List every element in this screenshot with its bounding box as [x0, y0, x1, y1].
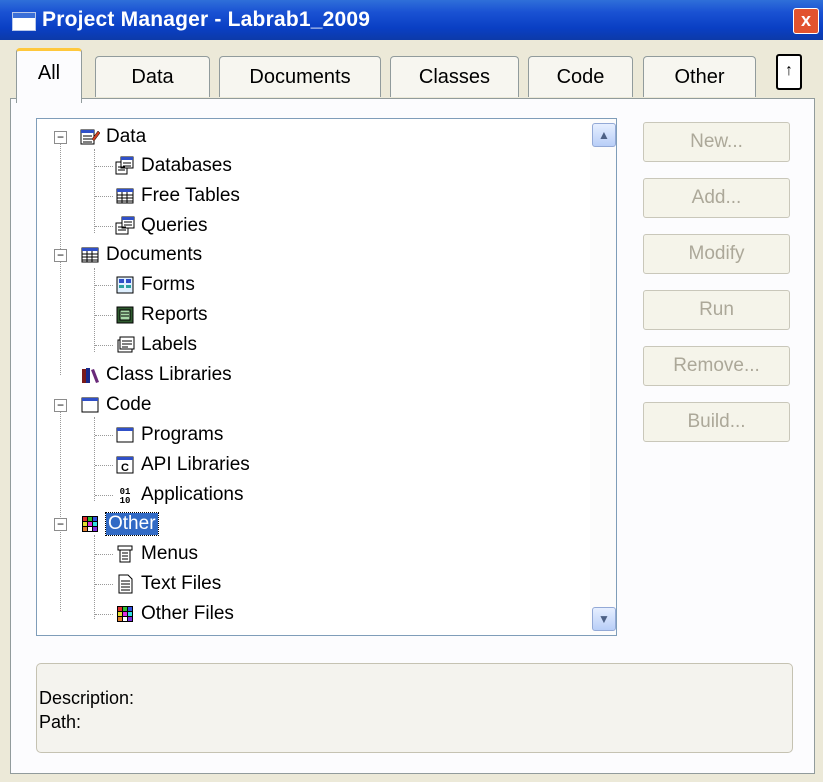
- scroll-up-button[interactable]: ▲: [592, 123, 616, 147]
- tree-connector: [95, 315, 113, 316]
- table-icon: [116, 188, 134, 204]
- tree-scrollbar[interactable]: ▲ ▼: [590, 119, 616, 635]
- tree-item-other-files[interactable]: Other Files: [115, 600, 234, 628]
- tab-strip: All Data Documents Classes Code Other: [12, 48, 812, 103]
- tree-connector: [95, 495, 113, 496]
- tree-item-code[interactable]: Code: [80, 391, 151, 419]
- tree-connector: [95, 614, 113, 615]
- description-label: Description:: [39, 688, 135, 708]
- other-files-icon: [117, 606, 133, 622]
- tab-documents[interactable]: Documents: [219, 56, 381, 97]
- tab-data[interactable]: Data: [95, 56, 210, 97]
- tab-code[interactable]: Code: [528, 56, 633, 97]
- collapse-icon[interactable]: −: [54, 518, 67, 531]
- label-icon: [117, 336, 135, 353]
- tree-item-free-tables[interactable]: Free Tables: [115, 182, 240, 210]
- tree-item-text-files[interactable]: Text Files: [115, 570, 221, 598]
- project-tree[interactable]: − Data Databases Free Tables Queries − D…: [36, 118, 617, 636]
- tree-item-queries[interactable]: Queries: [115, 212, 208, 240]
- tree-connector: [94, 268, 95, 352]
- app-icon: [12, 12, 36, 31]
- new-button[interactable]: New...: [643, 122, 790, 162]
- tree-item-forms[interactable]: Forms: [115, 271, 195, 299]
- tree-item-databases[interactable]: Databases: [115, 152, 232, 180]
- tree-connector: [94, 535, 95, 619]
- svg-text:C: C: [121, 462, 129, 474]
- report-icon: [116, 306, 134, 324]
- tree-item-reports[interactable]: Reports: [115, 301, 208, 329]
- program-icon: [116, 427, 134, 443]
- tree-item-applications[interactable]: 01 10 Applications: [115, 481, 244, 509]
- tree-item-programs[interactable]: Programs: [115, 421, 223, 449]
- collapse-icon[interactable]: −: [54, 399, 67, 412]
- run-button[interactable]: Run: [643, 290, 790, 330]
- tree-connector: [95, 166, 113, 167]
- text-file-icon: [118, 574, 133, 594]
- title-bar[interactable]: Project Manager - Labrab1_2009 x: [0, 0, 823, 40]
- data-icon: [80, 129, 100, 145]
- close-button[interactable]: x: [793, 8, 819, 34]
- tree-item-other[interactable]: Other: [80, 510, 159, 538]
- database-icon: [115, 156, 134, 175]
- other-icon: [82, 516, 98, 532]
- path-label: Path:: [39, 712, 82, 732]
- tree-connector: [95, 285, 113, 286]
- tree-connector: [94, 417, 95, 501]
- scroll-down-button[interactable]: ▼: [592, 607, 616, 631]
- tree-connector: [95, 196, 113, 197]
- tree-item-api-libraries[interactable]: C API Libraries: [115, 451, 250, 479]
- query-icon: [115, 216, 135, 235]
- tab-other[interactable]: Other: [643, 56, 756, 97]
- api-library-icon: C: [116, 456, 134, 474]
- tree-connector: [94, 149, 95, 233]
- build-button[interactable]: Build...: [643, 402, 790, 442]
- form-icon: [116, 276, 134, 294]
- tree-connector: [95, 435, 113, 436]
- tab-classes[interactable]: Classes: [390, 56, 519, 97]
- tree-connector: [95, 554, 113, 555]
- tree-item-menus[interactable]: Menus: [115, 540, 198, 568]
- class-libraries-icon: [82, 368, 99, 383]
- add-button[interactable]: Add...: [643, 178, 790, 218]
- tree-item-data[interactable]: Data: [80, 123, 146, 151]
- description-panel: Description: Path:: [36, 663, 793, 753]
- documents-icon: [81, 247, 99, 263]
- collapse-icon[interactable]: −: [54, 131, 67, 144]
- tree-connector: [95, 345, 113, 346]
- application-icon: 0110: [120, 487, 131, 505]
- tab-all[interactable]: All: [16, 48, 82, 103]
- modify-button[interactable]: Modify: [643, 234, 790, 274]
- project-manager-window: Project Manager - Labrab1_2009 x All Dat…: [0, 0, 823, 782]
- remove-button[interactable]: Remove...: [643, 346, 790, 386]
- menu-icon: [117, 545, 133, 563]
- tree-connector: [95, 465, 113, 466]
- code-icon: [81, 397, 99, 413]
- tree-connector: [60, 409, 61, 611]
- tree-item-class-libraries[interactable]: Class Libraries: [80, 361, 232, 389]
- tree-connector: [95, 584, 113, 585]
- tree-item-labels[interactable]: Labels: [115, 331, 197, 359]
- window-title: Project Manager - Labrab1_2009: [42, 8, 371, 31]
- tree-item-documents[interactable]: Documents: [80, 241, 202, 269]
- collapse-arrow-button[interactable]: ↑: [776, 54, 802, 90]
- tree-connector: [95, 226, 113, 227]
- collapse-icon[interactable]: −: [54, 249, 67, 262]
- svg-text:10: 10: [120, 496, 131, 505]
